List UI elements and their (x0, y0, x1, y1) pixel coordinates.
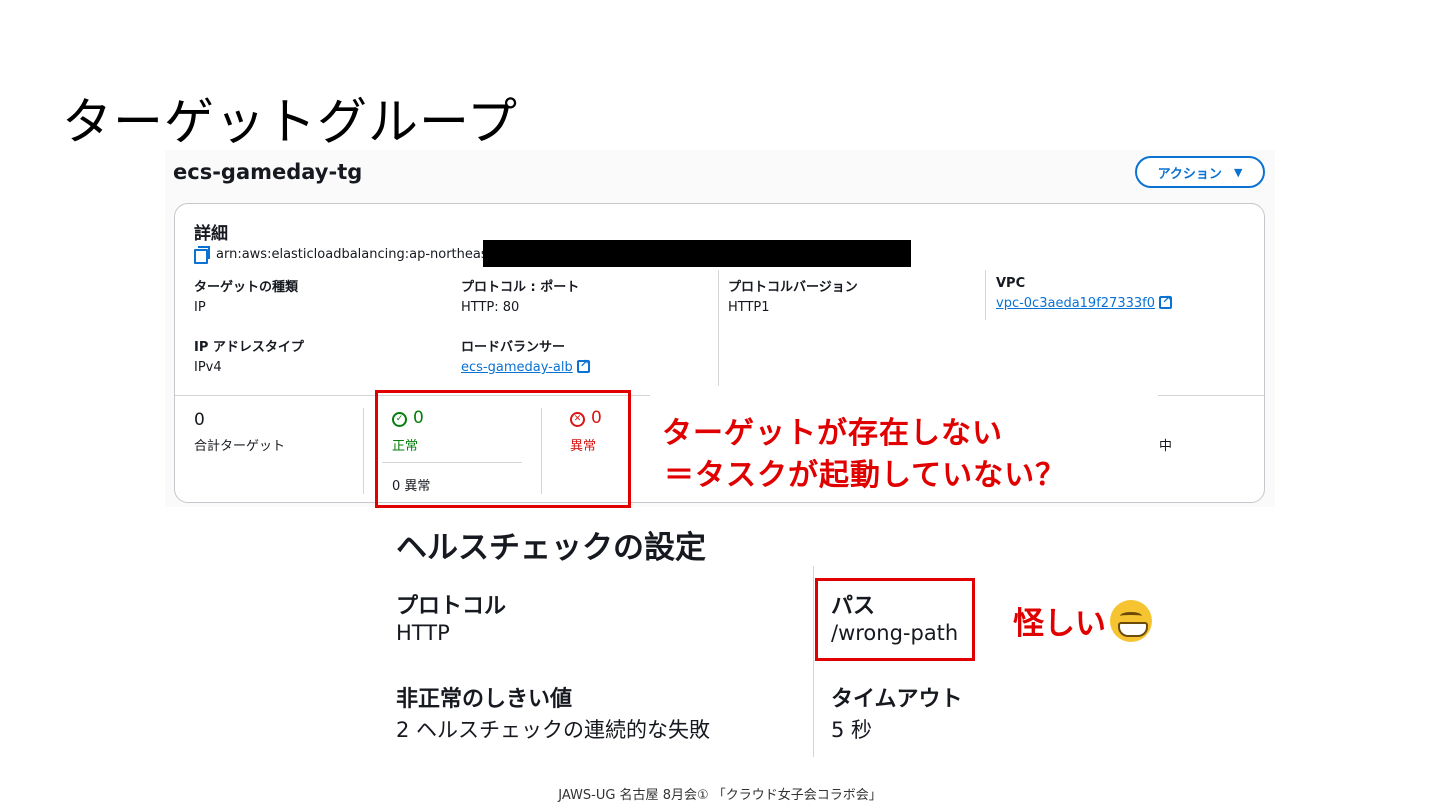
load-balancer-link[interactable]: ecs-gameday-alb (461, 360, 573, 375)
column-divider (363, 408, 364, 494)
field-value: HTTP1 (728, 300, 770, 315)
field-label: ターゲットの種類 (194, 280, 299, 295)
field-label: VPC (996, 276, 1026, 291)
column-divider (813, 566, 814, 757)
hc-timeout-value: 5 秒 (831, 718, 873, 742)
callout-line-2: ＝タスクが起動していない？ (664, 458, 1067, 493)
field-label: IP アドレスタイプ (194, 340, 304, 355)
actions-button[interactable]: アクション ▼ (1135, 156, 1265, 188)
actions-button-label: アクション (1157, 166, 1222, 182)
external-link-icon (1158, 293, 1172, 309)
target-group-name: ecs-gameday-tg (173, 160, 363, 184)
column-divider (718, 270, 719, 386)
arn-text: arn:aws:elasticloadbalancing:ap-northeas… (216, 246, 498, 262)
callout-annotation: ターゲットが存在しない ＝タスクが起動していない？ (650, 392, 1158, 502)
field-label: プロトコルバージョン (728, 280, 858, 295)
field-protocol-port: プロトコル : ポート HTTP: 80 (461, 276, 579, 315)
details-title: 詳細 (194, 224, 228, 244)
copy-icon[interactable] (194, 246, 210, 264)
field-label: ロードバランサー (461, 340, 566, 355)
highlight-box-stats (375, 390, 631, 508)
field-value: ecs-gameday-alb (461, 357, 590, 375)
highlight-box-path (815, 578, 975, 661)
slide-footer: JAWS-UG 名古屋 8月会① 「クラウド女子会コラボ会」 (558, 788, 882, 803)
total-targets-label: 合計ターゲット (194, 439, 286, 454)
vpc-link[interactable]: vpc-0c3aeda19f27333f0 (996, 296, 1155, 311)
hc-threshold-value: 2 ヘルスチェックの連続的な失敗 (396, 718, 711, 742)
column-divider (985, 270, 986, 320)
suspicious-text: 怪しい (1013, 606, 1106, 642)
external-link-icon (576, 357, 590, 373)
hc-timeout-label: タイムアウト (831, 687, 963, 712)
field-label: プロトコル : ポート (461, 280, 580, 295)
hc-threshold-label: 非正常のしきい値 (396, 687, 573, 712)
field-value: IPv4 (194, 360, 222, 375)
health-check-title: ヘルスチェックの設定 (396, 530, 706, 566)
field-vpc: VPC vpc-0c3aeda19f27333f0 (996, 276, 1172, 311)
hc-protocol-value: HTTP (396, 621, 450, 645)
field-value: vpc-0c3aeda19f27333f0 (996, 293, 1172, 311)
slide-title: ターゲットグループ (62, 93, 518, 151)
total-targets-count: 0 (194, 410, 205, 430)
callout-line-1: ターゲットが存在しない (662, 416, 1003, 451)
grinning-face-icon (1110, 599, 1152, 642)
caret-down-icon: ▼ (1233, 165, 1243, 179)
partial-status-label: 中 (1159, 439, 1173, 454)
arn-row: arn:aws:elasticloadbalancing:ap-northeas… (194, 246, 498, 264)
field-load-balancer: ロードバランサー ecs-gameday-alb (461, 336, 590, 375)
field-target-type: ターゲットの種類 IP (194, 276, 298, 315)
field-protocol-version: プロトコルバージョン HTTP1 (728, 276, 858, 315)
field-ip-address-type: IP アドレスタイプ IPv4 (194, 336, 304, 375)
redaction-bar (483, 240, 911, 267)
suspicious-annotation: 怪しい (1013, 598, 1152, 643)
field-value: IP (194, 300, 206, 315)
field-value: HTTP: 80 (461, 300, 520, 315)
hc-protocol-label: プロトコル (396, 594, 507, 619)
